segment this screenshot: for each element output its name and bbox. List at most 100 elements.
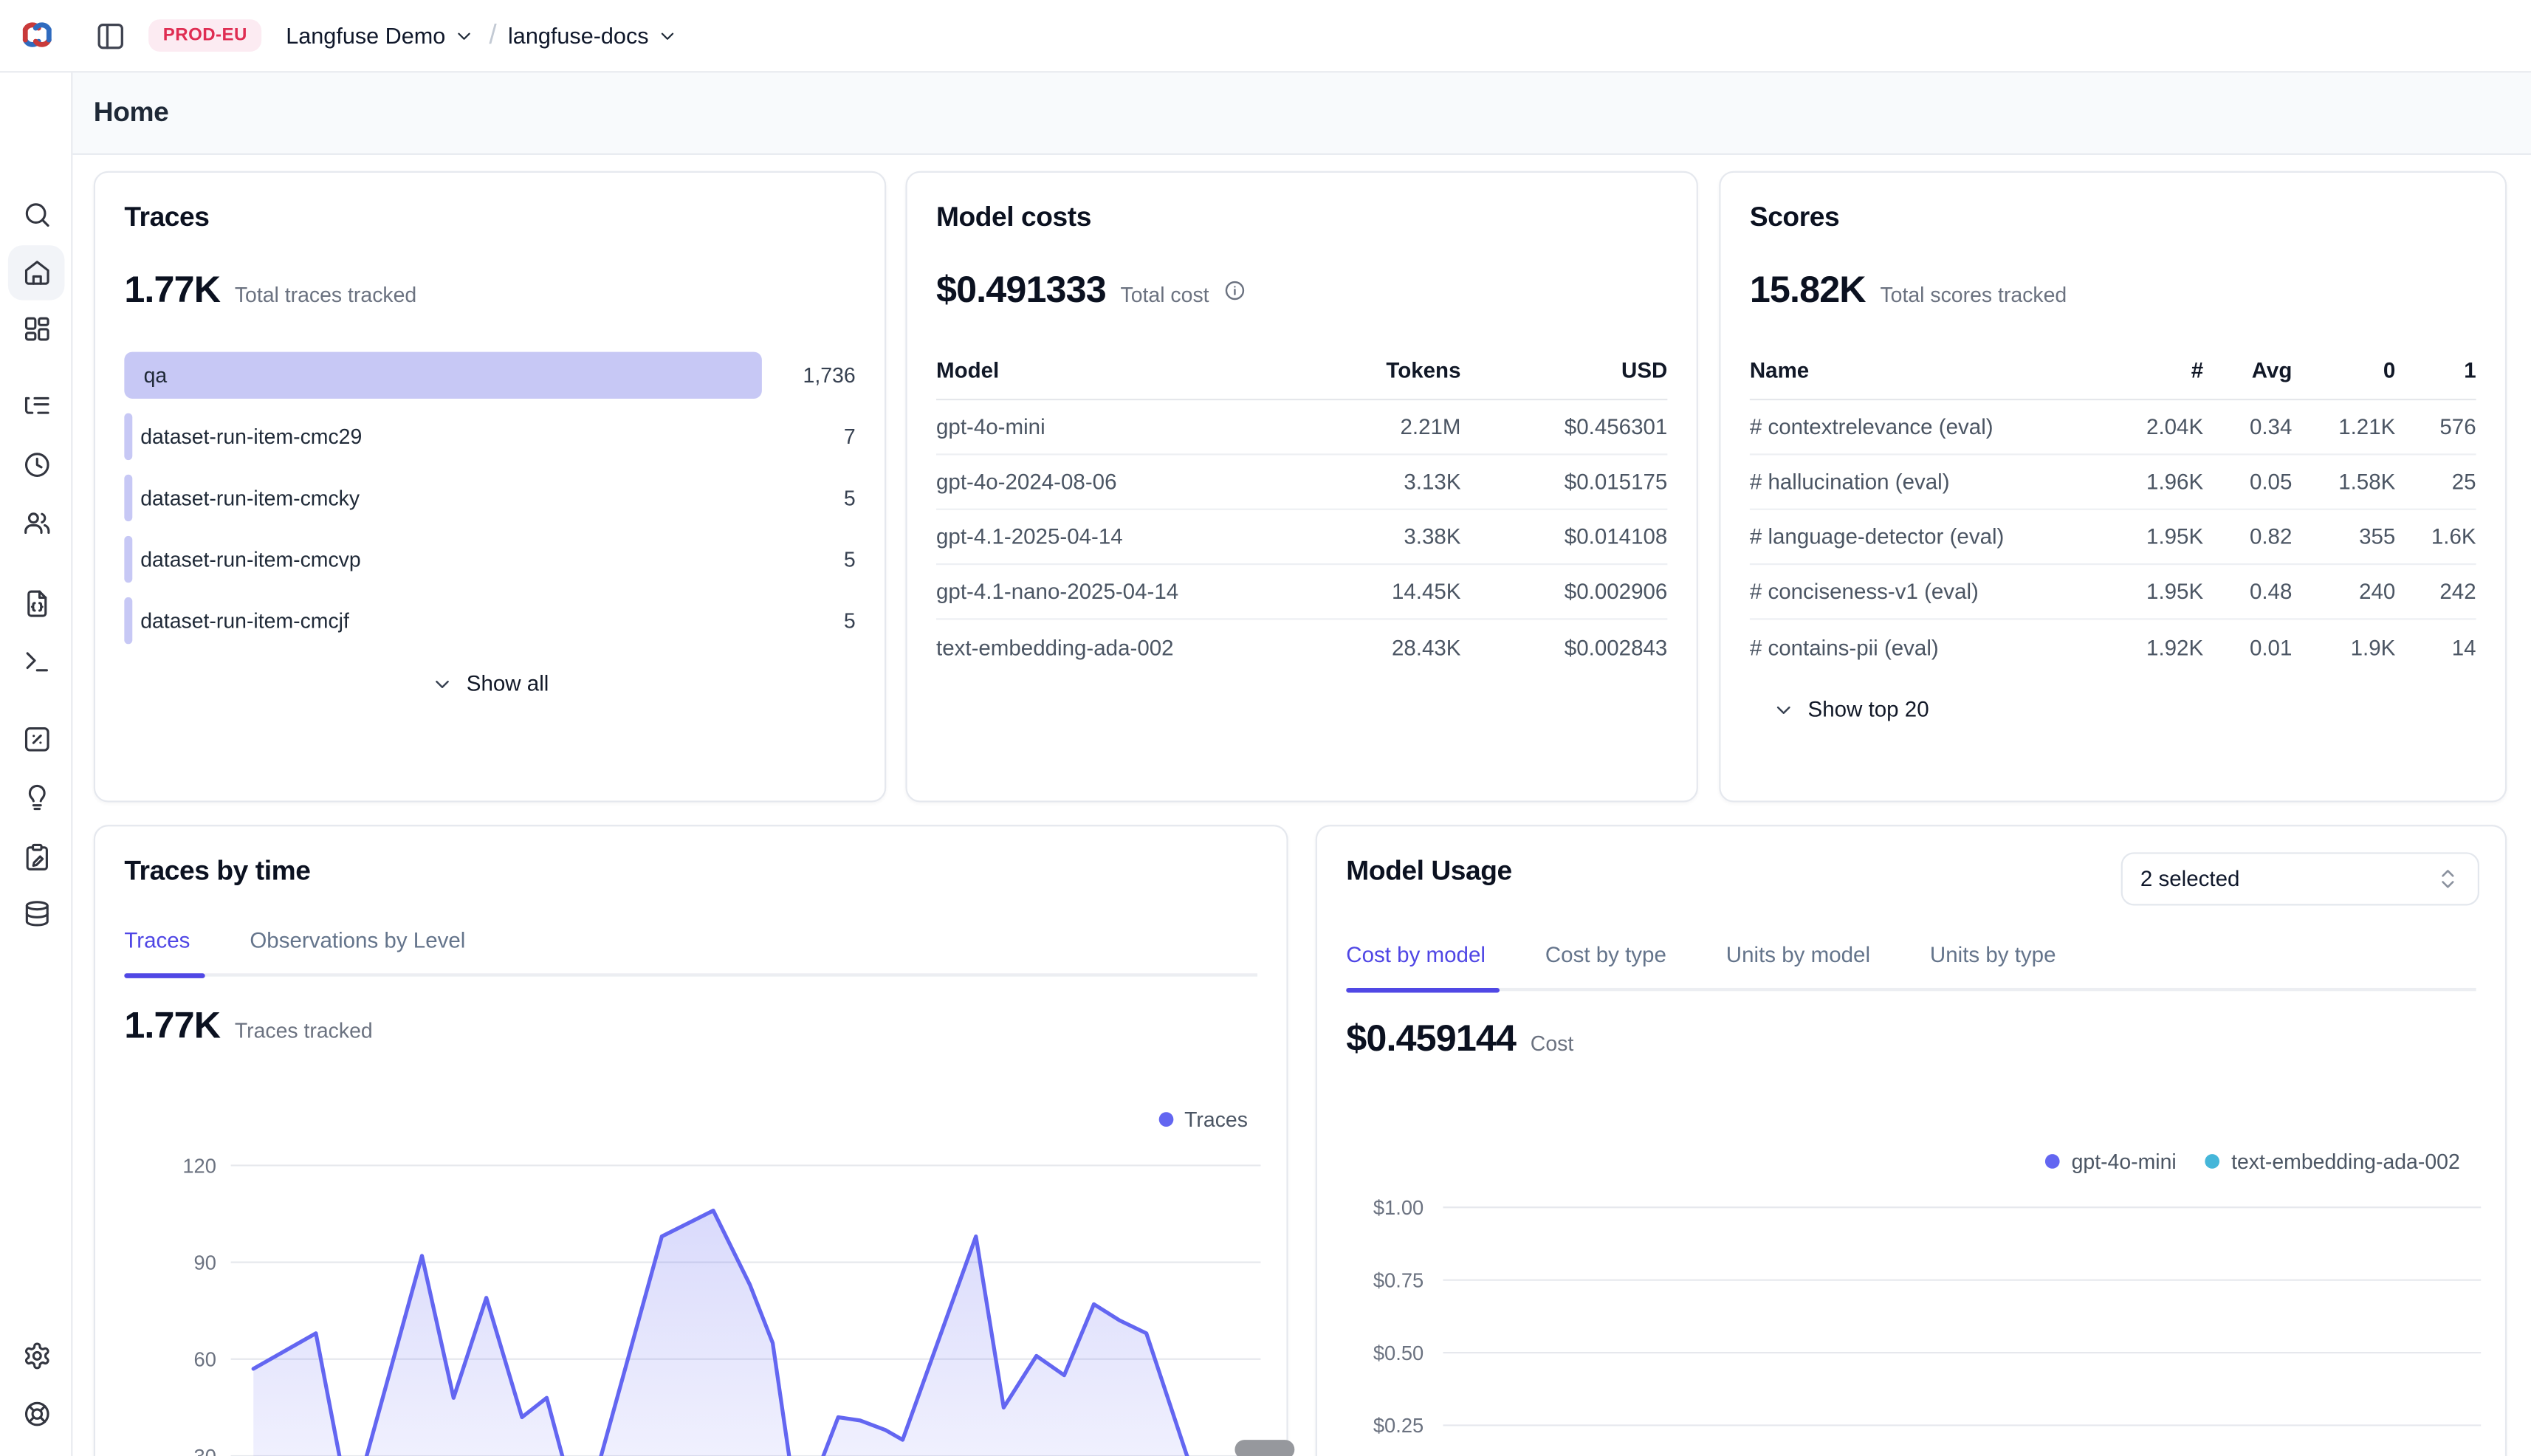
table-row: gpt-4.1-2025-04-14 3.38K $0.014108 — [936, 510, 1667, 565]
chevron-down-icon — [1772, 698, 1795, 721]
prompts-file-json-icon[interactable] — [22, 589, 51, 618]
legend-label: Traces — [1184, 1108, 1248, 1132]
svg-text:$0.75: $0.75 — [1373, 1268, 1424, 1291]
legend-label: gpt-4o-mini — [2072, 1150, 2177, 1174]
cell-one: 576 — [2395, 415, 2476, 439]
main-content: Traces 1.77K Total traces tracked qa 1,7… — [72, 155, 2531, 1456]
sessions-clock-icon[interactable] — [22, 450, 51, 479]
evals-percent-icon[interactable] — [22, 725, 51, 754]
traces-by-time-tabs: Traces Observations by Level — [124, 928, 1257, 973]
trace-bar-row: dataset-run-item-cmcjf 5 — [124, 597, 855, 644]
traces-total-label: Total traces tracked — [235, 283, 416, 307]
traces-total: 1.77K — [124, 268, 220, 312]
cell-zero: 240 — [2292, 580, 2395, 604]
show-all-button[interactable]: Show all — [124, 671, 855, 696]
table-row: # conciseness-v1 (eval) 1.95K 0.48 240 2… — [1750, 565, 2476, 619]
table-row: # contextrelevance (eval) 2.04K 0.34 1.2… — [1750, 400, 2476, 455]
table-header: Model Tokens USD — [936, 358, 1667, 400]
tab-observations-by-level[interactable]: Observations by Level — [250, 928, 465, 973]
home-icon[interactable] — [22, 258, 51, 287]
tab-cost-by-model[interactable]: Cost by model — [1346, 943, 1486, 988]
org-switcher[interactable]: Langfuse Demo — [286, 23, 474, 49]
legend-dot — [1158, 1112, 1173, 1127]
trace-bar-row: qa 1,736 — [124, 352, 855, 399]
svg-text:120: 120 — [182, 1154, 216, 1177]
tracing-tree-icon[interactable] — [22, 392, 51, 421]
tab-units-by-type[interactable]: Units by type — [1930, 943, 2056, 988]
trace-bar[interactable] — [124, 352, 762, 399]
sidebar-toggle-icon[interactable] — [95, 20, 126, 51]
trace-bar[interactable] — [124, 597, 132, 644]
trace-bar[interactable] — [124, 413, 132, 460]
settings-gear-icon[interactable] — [22, 1342, 51, 1370]
cell-avg: 0.82 — [2203, 525, 2292, 549]
trace-bar-label: dataset-run-item-cmcjf — [140, 597, 349, 644]
show-top-20-button[interactable]: Show top 20 — [1750, 697, 2476, 721]
cell-count: 1.92K — [2100, 635, 2203, 659]
datasets-database-icon[interactable] — [22, 899, 51, 928]
cell-count: 1.96K — [2100, 470, 2203, 494]
search-icon[interactable] — [22, 200, 51, 229]
col-name: Name — [1750, 358, 2100, 382]
annotation-clipboard-pen-icon[interactable] — [22, 842, 51, 871]
card-title: Scores — [1750, 202, 2476, 234]
cell-name: # contextrelevance (eval) — [1750, 415, 2100, 439]
trace-bar[interactable] — [124, 536, 132, 583]
chevrons-up-down-icon — [2436, 867, 2460, 891]
environment-badge[interactable]: PROD-EU — [148, 19, 261, 52]
playground-terminal-icon[interactable] — [22, 648, 51, 676]
trace-bar[interactable] — [124, 475, 132, 521]
traces-card: Traces 1.77K Total traces tracked qa 1,7… — [94, 171, 886, 803]
cell-count: 1.95K — [2100, 525, 2203, 549]
table-row: gpt-4o-2024-08-06 3.13K $0.015175 — [936, 456, 1667, 510]
traces-by-time-card: Traces by time Traces Observations by Le… — [94, 825, 1288, 1456]
scores-table: Name # Avg 0 1 # contextrelevance (eval)… — [1750, 358, 2476, 674]
scores-total-label: Total scores tracked — [1880, 283, 2067, 307]
scores-card: Scores 15.82K Total scores tracked Name … — [1719, 171, 2507, 803]
svg-text:90: 90 — [194, 1251, 216, 1274]
cell-name: # language-detector (eval) — [1750, 525, 2100, 549]
cell-name: # hallucination (eval) — [1750, 470, 2100, 494]
cell-usd: $0.002843 — [1461, 635, 1668, 659]
page-title: Home — [94, 97, 169, 129]
users-icon[interactable] — [22, 509, 51, 538]
traces-tracked-label: Traces tracked — [235, 1018, 373, 1043]
trace-bar-value: 1,736 — [762, 363, 856, 388]
traces-bar-list: qa 1,736 dataset-run-item-cmc29 7 datase… — [124, 352, 855, 645]
cell-avg: 0.34 — [2203, 415, 2292, 439]
svg-text:60: 60 — [194, 1348, 216, 1371]
legend-label: text-embedding-ada-002 — [2231, 1150, 2460, 1174]
legend-item[interactable]: gpt-4o-mini — [2046, 1150, 2177, 1174]
project-switcher[interactable]: langfuse-docs — [508, 23, 678, 49]
info-icon[interactable] — [1223, 278, 1246, 301]
legend-item[interactable]: text-embedding-ada-002 — [2205, 1150, 2460, 1174]
svg-text:$0.50: $0.50 — [1373, 1342, 1424, 1364]
scrollbar-thumb[interactable] — [1234, 1440, 1294, 1456]
cell-model: text-embedding-ada-002 — [936, 635, 1283, 659]
tab-track — [124, 973, 1257, 976]
legend-item[interactable]: Traces — [1158, 1108, 1248, 1132]
support-lifebuoy-icon[interactable] — [22, 1399, 51, 1428]
breadcrumb-separator: / — [489, 19, 496, 52]
tab-cost-by-type[interactable]: Cost by type — [1545, 943, 1666, 988]
cell-usd: $0.014108 — [1461, 525, 1668, 549]
svg-text:30: 30 — [194, 1445, 216, 1456]
trace-bar-label: dataset-run-item-cmcvp — [140, 536, 361, 583]
dashboards-icon[interactable] — [22, 315, 51, 343]
card-title: Model costs — [936, 202, 1667, 234]
trace-bar-label: dataset-run-item-cmc29 — [140, 413, 362, 460]
scores-total: 15.82K — [1750, 268, 1866, 312]
model-filter-select[interactable]: 2 selected — [2121, 852, 2479, 905]
trace-bar-value: 7 — [762, 425, 856, 449]
sidebar-rail: FK — [0, 72, 72, 1456]
show-all-label: Show all — [467, 671, 549, 696]
chevron-down-icon — [657, 26, 678, 47]
tab-track — [1346, 988, 2476, 991]
cell-one: 242 — [2395, 580, 2476, 604]
col-count: # — [2100, 358, 2203, 382]
tab-units-by-model[interactable]: Units by model — [1726, 943, 1870, 988]
insights-lightbulb-icon[interactable] — [22, 783, 51, 811]
model-usage-card: Model Usage 2 selected Cost by model Cos… — [1316, 825, 2507, 1456]
tab-traces[interactable]: Traces — [124, 928, 190, 973]
traces-tracked: 1.77K — [124, 1004, 220, 1048]
